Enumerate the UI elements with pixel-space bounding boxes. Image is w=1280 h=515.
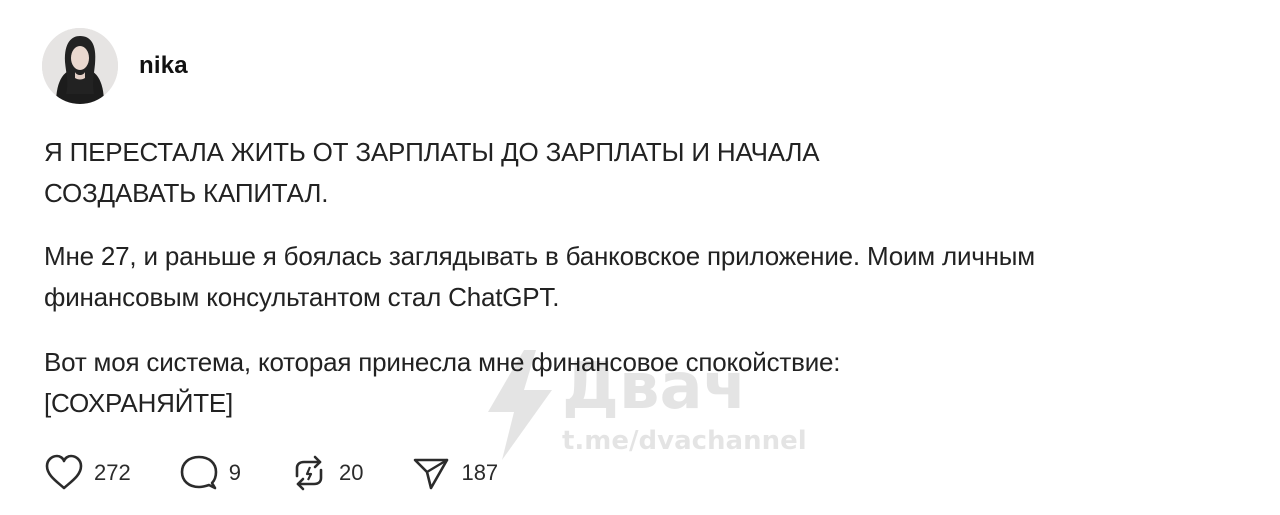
comment-count: 9	[228, 460, 241, 485]
repost-icon	[295, 455, 323, 491]
post-text-line: Мне 27, и раньше я боялась заглядывать в…	[44, 241, 1035, 271]
lightning-icon	[488, 350, 552, 460]
avatar[interactable]	[42, 28, 118, 104]
comment-button[interactable]: 9	[179, 454, 241, 492]
like-button[interactable]: 272	[44, 454, 131, 492]
post-paragraph: Мне 27, и раньше я боялась заглядывать в…	[44, 236, 1244, 318]
comment-icon	[180, 455, 218, 490]
post-actions: 272 9 20 187	[44, 451, 546, 495]
post-header: nika	[42, 28, 188, 104]
share-count: 187	[461, 460, 499, 485]
post-card: nika Я ПЕРЕСТАЛА ЖИТЬ ОТ ЗАРПЛАТЫ ДО ЗАР…	[0, 0, 1280, 515]
username[interactable]: nika	[139, 52, 188, 80]
repost-button[interactable]: 20	[289, 454, 363, 492]
watermark-logo: Двач	[562, 350, 747, 424]
share-button[interactable]: 187	[411, 454, 498, 492]
watermark-url: t.me/dvachannel	[562, 426, 807, 456]
repost-count: 20	[338, 460, 364, 485]
share-icon	[414, 458, 449, 490]
avatar-portrait	[42, 28, 118, 104]
post-text-line: Я ПЕРЕСТАЛА ЖИТЬ ОТ ЗАРПЛАТЫ ДО ЗАРПЛАТЫ…	[44, 137, 820, 167]
like-count: 272	[94, 460, 131, 485]
post-text-line: СОЗДАВАТЬ КАПИТАЛ.	[44, 178, 329, 208]
heart-icon	[45, 454, 83, 490]
post-text-line: финансовым консультантом стал ChatGPT.	[44, 282, 560, 312]
post-paragraph: Я ПЕРЕСТАЛА ЖИТЬ ОТ ЗАРПЛАТЫ ДО ЗАРПЛАТЫ…	[44, 132, 1244, 214]
